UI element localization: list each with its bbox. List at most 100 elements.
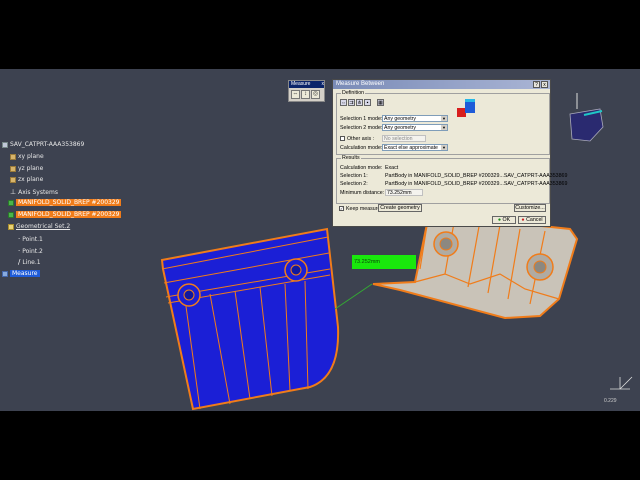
cancel-icon: ● [521,217,525,223]
tree-item-xy-plane[interactable]: xy plane [10,153,44,160]
measure-inertia-button[interactable]: ◎ [311,90,320,99]
results-legend: Results [341,155,361,161]
selection2-mode-value: Any geometry [384,125,417,131]
measure-between-mode-icon[interactable]: ⇔ [340,99,347,106]
distance-annotation[interactable]: 73.252mm [352,255,416,269]
tree-item-label: yz plane [18,165,44,172]
selection1-mode-value: Any geometry [384,116,417,122]
3d-viewport[interactable]: SAV_CATPRT-AAA353869 xy plane yz plane z… [0,69,640,411]
tree-item-label: Point.2 [22,247,43,255]
cancel-label: Cancel [526,217,543,223]
chevron-down-icon[interactable]: ▼ [441,145,447,150]
selection2-label: Selection 2 mode: [340,125,383,131]
plane-icon [10,153,16,160]
tree-item-geometrical-set[interactable]: Geometrical Set.2 [8,223,70,230]
chain-mode-icon[interactable]: ⇉ [348,99,355,106]
tree-item-label: Measure [10,270,40,277]
tree-item-label: Axis Systems [18,188,58,196]
tree-item-label: MANIFOLD_SOLID_BREP #200329 [16,211,122,218]
axis-triad-icon [610,376,633,390]
tree-item-measure[interactable]: Measure [2,270,40,277]
point-icon: · [18,247,21,255]
tree-item-axis-systems[interactable]: ⊥ Axis Systems [10,188,58,196]
other-axis-value: No selection [384,136,413,142]
definition-group: Definition ⇔ ⇉ ⋔ ▪ ▦ Selection 1 mode: A… [336,90,550,155]
blue-part[interactable] [160,227,340,411]
tree-item-body-1[interactable]: MANIFOLD_SOLID_BREP #200329 [8,199,122,206]
part-icon [2,141,8,148]
ok-icon: ● [497,217,502,223]
result-calc-mode-value: Exact [385,165,399,171]
close-button[interactable]: x [541,81,548,88]
measure-between-button[interactable]: ⇔ [291,90,300,99]
dialog-title-bar[interactable]: Measure Between ? x [333,80,550,89]
calculation-mode-label: Calculation mode: [340,145,383,151]
plane-icon [10,165,16,172]
dialog-title: Measure Between [336,81,385,87]
customize-button[interactable]: Customize... [514,204,546,212]
scale-readout: 0.229 [604,398,617,404]
measure-icon [2,270,8,277]
result-selection2-value: PartBody in MANIFOLD_SOLID_BREP #200329.… [385,181,568,187]
fan-mode-icon[interactable]: ⋔ [356,99,363,106]
tree-root-label: SAV_CATPRT-AAA353869 [10,141,85,148]
keep-measure-label: Keep measure [346,206,381,212]
tree-root[interactable]: SAV_CATPRT-AAA353869 [2,141,84,148]
min-distance-value: 73.252mm [387,190,412,196]
definition-legend: Definition [341,90,366,96]
calculation-mode-value: Exact else approximate [384,145,438,151]
tree-item-label: Line.1 [22,258,41,266]
calculation-mode-combo[interactable]: Exact else approximate ▼ [382,144,448,151]
toolbar-title-text: Measure [291,81,311,87]
letterbox-bottom [0,411,640,480]
measure-between-dialog[interactable]: Measure Between ? x Definition ⇔ ⇉ ⋔ ▪ ▦… [332,79,567,227]
other-axis-label: Other axis : [347,136,375,142]
tree-item-body-2[interactable]: MANIFOLD_SOLID_BREP #200329 [8,211,122,218]
tree-item-line-1[interactable]: / Line.1 [18,258,41,266]
results-group: Results Calculation mode: Exact Selectio… [336,155,567,204]
selection2-mode-combo[interactable]: Any geometry ▼ [382,124,448,131]
ok-button[interactable]: ● OK [492,216,516,224]
geometrical-set-icon [8,223,14,230]
tree-item-label: MANIFOLD_SOLID_BREP #200329 [16,199,122,206]
cancel-button[interactable]: ● Cancel [518,216,546,224]
tree-item-label: Point.1 [22,235,43,243]
measure-item-button[interactable]: ↕ [301,90,310,99]
tree-item-point-2[interactable]: · Point.2 [18,247,43,255]
min-distance-field: 73.252mm [385,189,423,196]
measure-toolbar-title[interactable]: Measure x [289,81,324,88]
measure-type-icon[interactable]: ▦ [377,99,384,106]
axis-system-icon: ⊥ [10,188,17,196]
selection1-label: Selection 1 mode: [340,116,383,122]
create-geometry-button[interactable]: Create geometry [378,204,422,212]
tree-item-point-1[interactable]: · Point.1 [18,235,43,243]
measure-preview-icon [457,99,475,117]
chevron-down-icon[interactable]: ▼ [441,125,447,130]
result-calc-mode-label: Calculation mode: [340,165,383,171]
close-icon[interactable]: x [322,81,325,88]
chevron-down-icon[interactable]: ▼ [441,116,447,121]
measure-toolbar[interactable]: Measure x ⇔ ↕ ◎ [288,80,325,102]
compass-icon[interactable] [569,93,604,142]
result-selection1-label: Selection 1: [340,173,368,179]
selection1-mode-combo[interactable]: Any geometry ▼ [382,115,448,122]
ok-label: OK [502,217,511,223]
keep-measure-checkbox[interactable]: ✓ [339,206,344,211]
plane-icon [10,176,16,183]
body-icon [8,211,14,218]
other-axis-field[interactable]: No selection [382,135,426,142]
tree-item-yz-plane[interactable]: yz plane [10,165,43,172]
tree-item-label: Geometrical Set.2 [16,223,71,230]
line-icon: / [18,258,21,266]
point-icon: · [18,235,21,243]
measure-line [334,283,373,310]
other-axis-checkbox[interactable] [340,136,345,141]
tree-item-zx-plane[interactable]: zx plane [10,176,43,183]
min-distance-label: Minimum distance: [340,190,385,196]
result-selection2-label: Selection 2: [340,181,368,187]
help-button[interactable]: ? [533,81,540,88]
tree-item-label: zx plane [18,176,44,183]
result-selection1-value: PartBody in MANIFOLD_SOLID_BREP #200329.… [385,173,568,179]
tree-item-label: xy plane [18,153,44,160]
save-icon[interactable]: ▪ [364,99,371,106]
